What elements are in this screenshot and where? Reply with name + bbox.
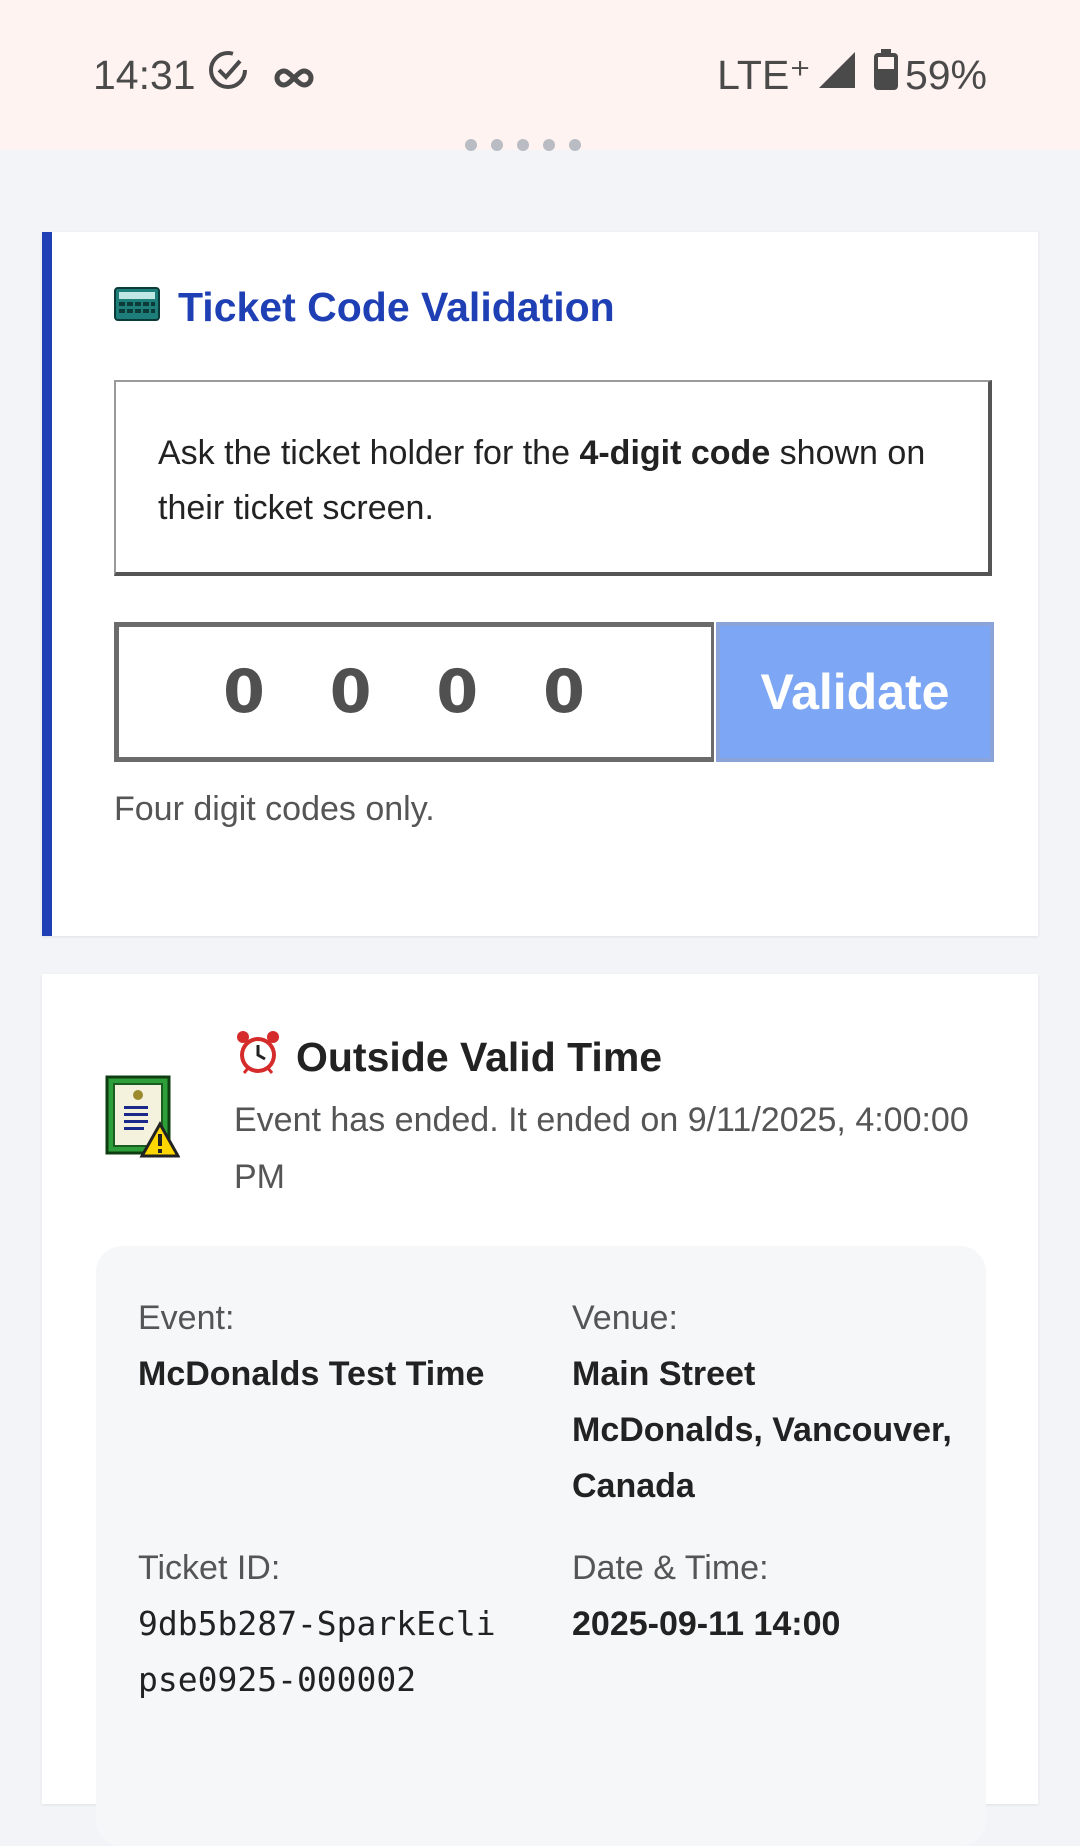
network-type: LTE⁺	[717, 52, 811, 98]
battery-icon	[873, 49, 899, 101]
check-circle-icon	[206, 48, 250, 102]
validation-heading: Ticket Code Validation	[114, 284, 615, 331]
carousel-dots	[465, 138, 645, 152]
calculator-icon	[114, 284, 160, 331]
venue-field: Venue: Main Street McDonalds, Vancouver,…	[572, 1290, 952, 1514]
result-title: Outside Valid Time	[296, 1033, 663, 1080]
ticket-id-label: Ticket ID:	[138, 1549, 281, 1587]
event-field: Event: McDonalds Test Time	[138, 1290, 518, 1402]
infinity-icon	[274, 52, 314, 99]
ticket-details: Event: McDonalds Test Time Venue: Main S…	[96, 1246, 986, 1846]
venue-value: Main Street McDonalds, Vancouver, Canada	[572, 1355, 952, 1505]
event-label: Event:	[138, 1299, 235, 1337]
validation-card: Ticket Code Validation Ask the ticket ho…	[42, 232, 1038, 936]
ticket-id-field: Ticket ID: 9db5b287-SparkEclipse0925-000…	[138, 1540, 498, 1708]
result-message: Event has ended. It ended on 9/11/2025, …	[234, 1101, 969, 1196]
result-heading: Outside Valid Time	[234, 1028, 662, 1086]
code-input[interactable]: 0 0 0 0	[114, 622, 714, 762]
code-hint: Four digit codes only.	[114, 790, 435, 828]
validation-title: Ticket Code Validation	[178, 284, 615, 330]
status-bar: 14:31 LTE⁺ 59%	[0, 0, 1080, 150]
code-entry-row: 0 0 0 0 Validate	[114, 622, 994, 762]
ticket-id-value: 9db5b287-SparkEclipse0925-000002	[138, 1604, 496, 1699]
event-value: McDonalds Test Time	[138, 1355, 485, 1393]
clock: 14:31	[93, 51, 196, 98]
instructions-box: Ask the ticket holder for the 4-digit co…	[114, 380, 992, 576]
result-card: Outside Valid Time Event has ended. It e…	[42, 974, 1038, 1846]
datetime-value: 2025-09-11 14:00	[572, 1605, 841, 1643]
alarm-clock-icon	[234, 1028, 282, 1086]
validate-button[interactable]: Validate	[716, 622, 994, 762]
certificate-warning-icon	[104, 1074, 181, 1160]
datetime-field: Date & Time: 2025-09-11 14:00	[572, 1540, 952, 1652]
datetime-label: Date & Time:	[572, 1549, 769, 1587]
venue-label: Venue:	[572, 1299, 678, 1337]
code-placeholder: 0 0 0 0	[223, 657, 607, 727]
instruction-text-pre: Ask the ticket holder for the	[158, 434, 580, 472]
battery-level: 59%	[904, 51, 987, 98]
instruction-text-bold: 4-digit code	[579, 434, 771, 472]
signal-icon	[817, 50, 857, 100]
